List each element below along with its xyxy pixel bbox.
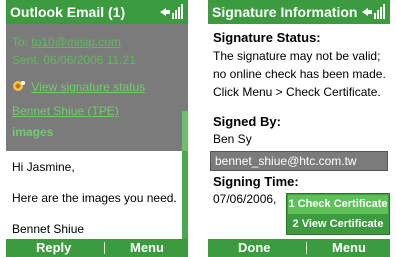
reply-softkey[interactable]: Reply (36, 239, 71, 257)
signature-information-screen: Signature Information Signature Status: … (208, 0, 390, 257)
body-line: Here are the images you need. (12, 191, 177, 205)
softkey-divider (306, 242, 307, 254)
softkey-divider (104, 242, 105, 254)
body-line: Hi Jasmine, (12, 160, 75, 174)
to-address-link[interactable]: tp10@misip.com (31, 35, 121, 49)
from-sender-link[interactable]: Bennet Shiue (TPE) (12, 104, 119, 118)
outlook-email-screen: Outlook Email (1) To: tp10@misip.com Sen… (6, 0, 188, 257)
title-bar: Outlook Email (1) (6, 0, 188, 24)
signer-name: Ben Sy (213, 132, 252, 146)
connectivity-signal-icon[interactable] (360, 3, 386, 21)
scrollbar[interactable] (182, 111, 188, 257)
signer-email-field[interactable]: bennet_shiue@htc.com.tw (210, 151, 388, 171)
done-softkey[interactable]: Done (238, 239, 271, 257)
menu-item-view-certificate[interactable]: 2 View Certificate (288, 215, 388, 234)
scrollbar-thumb[interactable] (182, 111, 188, 151)
body-line: Bennet Shiue (12, 222, 85, 236)
status-line: The signature may not be valid; (213, 49, 381, 63)
signed-by-heading: Signed By: (213, 114, 281, 129)
menu-item-check-certificate[interactable]: 1 Check Certificate (288, 195, 388, 214)
subject-text: images (12, 125, 54, 139)
softkey-bar: Done Menu (208, 239, 390, 257)
signing-time-heading: Signing Time: (213, 174, 299, 189)
signing-time-value: 07/06/2006, (213, 192, 277, 206)
title-bar: Signature Information (208, 0, 390, 24)
status-line: no online check has been made. (213, 67, 386, 81)
screen-title: Signature Information (212, 4, 358, 20)
app-title: Outlook Email (1) (10, 4, 126, 20)
menu-softkey[interactable]: Menu (130, 239, 164, 257)
menu-softkey[interactable]: Menu (332, 239, 366, 257)
softkey-bar: Reply Menu (6, 239, 188, 257)
signature-status-row[interactable]: View signature status (12, 79, 145, 94)
status-line: Click Menu > Check Certificate. (213, 85, 381, 99)
to-line: To: tp10@misip.com (12, 35, 121, 49)
popup-menu: 1 Check Certificate 2 View Certificate (286, 193, 390, 235)
signer-email-text: bennet_shiue@htc.com.tw (215, 154, 357, 168)
view-signature-status-link[interactable]: View signature status (31, 80, 145, 94)
signature-certificate-icon (13, 81, 25, 91)
sent-line: Sent: 06/06/2006 11:21 (12, 53, 136, 67)
connectivity-signal-icon[interactable] (158, 3, 184, 21)
signature-status-heading: Signature Status: (213, 30, 321, 45)
